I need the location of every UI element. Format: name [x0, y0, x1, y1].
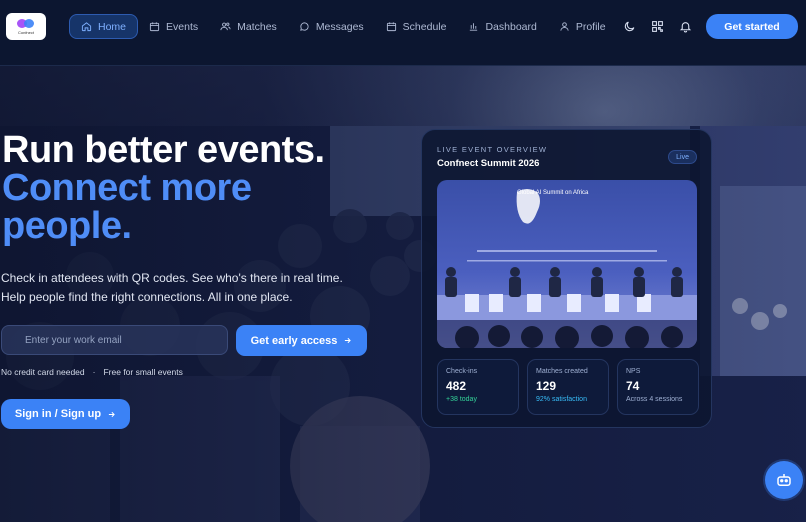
stat-subtext: +38 today — [446, 396, 477, 403]
hero-heading-line1: Run better events. — [2, 129, 325, 171]
hero-heading: Run better events. Connect more people. — [2, 131, 325, 245]
email-field-wrapper — [1, 325, 228, 355]
no-credit-card-note: No credit card needed — [1, 367, 85, 377]
overview-stats: Check-ins 482 +38 today Matches created … — [437, 359, 699, 415]
stat-card-nps: NPS 74 Across 4 sessions — [617, 359, 699, 415]
hero-description-line1: Check in attendees with QR codes. See wh… — [1, 271, 343, 285]
bar-chart-icon — [470, 23, 478, 31]
logo-bubbles-icon — [17, 18, 35, 29]
nav-item-schedule[interactable]: Schedule — [375, 14, 458, 39]
note-separator: · — [92, 367, 96, 377]
live-event-overview-card: LIVE EVENT OVERVIEW Confnect Summit 2026… — [421, 129, 712, 428]
nav-item-label: Messages — [315, 20, 364, 33]
nav-item-messages[interactable]: Messages — [288, 14, 375, 39]
sign-in-sign-up-button[interactable]: Sign in / Sign up — [1, 399, 130, 429]
nav-item-profile[interactable]: Profile — [548, 14, 617, 39]
stage-banner-text: Global AI Summit on Africa — [517, 190, 589, 196]
bell-icon — [679, 22, 691, 33]
event-stage-image: Global AI Summit on Africa — [437, 180, 697, 348]
moon-icon — [624, 21, 634, 32]
chat-icon — [300, 22, 309, 31]
email-field[interactable] — [25, 334, 227, 346]
home-icon — [81, 22, 92, 32]
nav-item-home[interactable]: Home — [69, 14, 139, 39]
stat-value: 129 — [536, 379, 557, 393]
confnect-logo[interactable]: Confnect — [6, 13, 46, 40]
users-icon — [220, 22, 231, 31]
qr-scan-button[interactable] — [643, 14, 671, 39]
sign-in-label: Sign in / Sign up — [14, 408, 102, 420]
get-early-access-button[interactable]: Get early access — [236, 325, 367, 356]
theme-toggle-button[interactable] — [615, 14, 643, 39]
signup-notes: No credit card needed · Free for small e… — [1, 367, 183, 377]
logo-text: Confnect — [17, 29, 34, 35]
get-started-button[interactable]: Get started — [706, 14, 798, 39]
top-navbar: Confnect Home Events Matches Messages Sc… — [0, 0, 806, 66]
overview-event-title: Confnect Summit 2026 — [437, 158, 540, 169]
stage-scene — [437, 189, 697, 348]
nav-item-label: Schedule — [402, 20, 447, 33]
nav-item-label: Profile — [575, 20, 606, 33]
hero-heading-line2: Connect more — [2, 167, 252, 209]
qr-code-icon — [651, 21, 663, 32]
nav-item-matches[interactable]: Matches — [209, 14, 288, 39]
stat-label: NPS — [626, 368, 641, 375]
hero-heading-line3: people. — [2, 205, 132, 247]
hero-description: Check in attendees with QR codes. See wh… — [1, 269, 381, 307]
arrow-right-icon — [345, 337, 352, 344]
robot-icon — [777, 474, 791, 486]
arrow-right-icon — [108, 411, 115, 417]
calendar-icon — [386, 22, 396, 32]
notifications-button[interactable] — [671, 14, 699, 39]
chatbot-button[interactable] — [765, 461, 803, 499]
hero-description-line2: Help people find the right connections. … — [1, 290, 293, 304]
user-icon — [560, 22, 569, 31]
nav-actions: Get started — [615, 14, 798, 39]
nav-item-label: Home — [98, 20, 127, 33]
nav-links: Home Events Matches Messages Schedule Da… — [69, 14, 617, 39]
get-early-access-label: Get early access — [250, 334, 338, 347]
nav-item-dashboard[interactable]: Dashboard — [457, 14, 547, 39]
stat-card-matches: Matches created 129 92% satisfaction — [527, 359, 609, 415]
calendar-icon — [149, 22, 160, 32]
nav-item-label: Dashboard — [485, 20, 537, 33]
stat-card-checkins: Check-ins 482 +38 today — [437, 359, 519, 415]
nav-item-events[interactable]: Events — [138, 14, 209, 39]
stat-label: Matches created — [536, 368, 588, 375]
nav-item-label: Matches — [237, 20, 277, 33]
live-badge: Live — [668, 150, 697, 164]
stat-subtext: Across 4 sessions — [626, 396, 683, 403]
nav-item-label: Events — [166, 20, 199, 33]
overview-eyebrow: LIVE EVENT OVERVIEW — [437, 145, 548, 154]
stat-label: Check-ins — [446, 368, 478, 375]
stat-value: 482 — [446, 379, 467, 393]
stat-value: 74 — [626, 379, 640, 393]
stat-subtext: 92% satisfaction — [536, 396, 587, 403]
free-small-events-note: Free for small events — [103, 367, 183, 377]
